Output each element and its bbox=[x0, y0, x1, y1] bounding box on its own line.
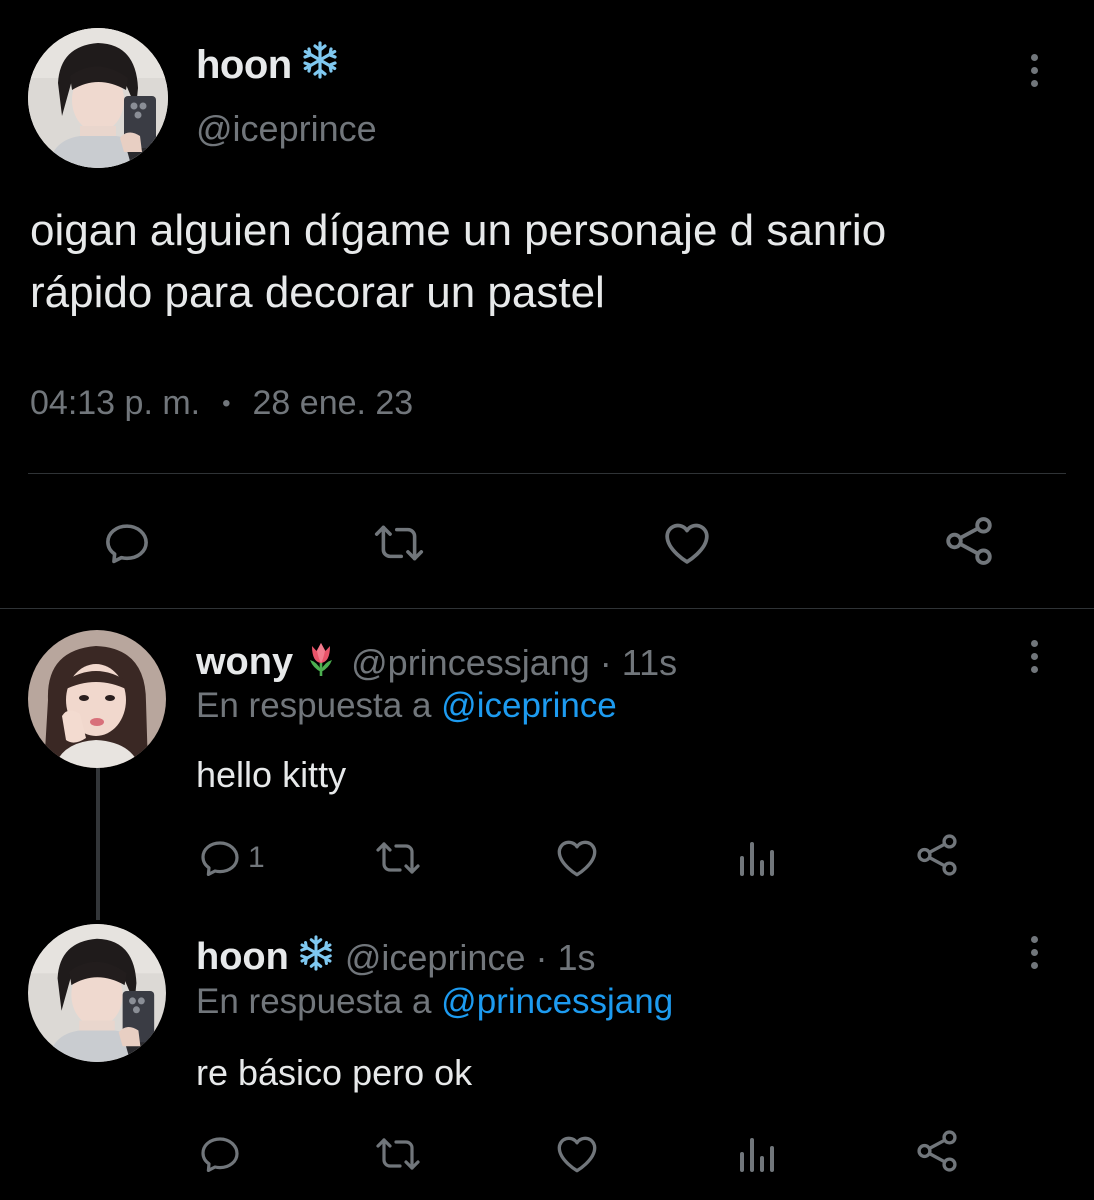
more-options-icon[interactable] bbox=[1028, 640, 1040, 676]
retweet-button[interactable] bbox=[372, 834, 424, 882]
reply-time: · 11s bbox=[599, 641, 678, 683]
analytics-button[interactable] bbox=[736, 834, 780, 882]
author-name[interactable]: wony bbox=[196, 641, 293, 684]
avatar-photo bbox=[28, 630, 166, 768]
reply-context-label: En respuesta a bbox=[196, 982, 432, 1021]
tweet-text-line: rápido para decorar un pastel bbox=[30, 268, 605, 317]
like-icon bbox=[557, 840, 597, 877]
reply-mention-link[interactable]: @iceprince bbox=[441, 686, 617, 725]
reply-button[interactable] bbox=[196, 1130, 244, 1178]
reply-header: hoon @iceprince · 1s bbox=[196, 934, 596, 981]
author-name[interactable]: hoon bbox=[196, 40, 340, 90]
separator-dot: • bbox=[222, 389, 231, 417]
reply-count: 1 bbox=[248, 841, 265, 874]
share-icon bbox=[917, 1130, 957, 1172]
author-handle[interactable]: @princessjang bbox=[351, 642, 590, 684]
reply-icon bbox=[106, 524, 148, 564]
analytics-icon bbox=[740, 842, 774, 876]
reply-header: wony @princessjang · 11s bbox=[196, 638, 677, 687]
reply-context: En respuesta a @princessjang bbox=[196, 982, 673, 1022]
reply-icon bbox=[201, 841, 239, 876]
share-button[interactable] bbox=[940, 512, 998, 570]
thread-line bbox=[96, 768, 100, 920]
reply-button[interactable] bbox=[100, 516, 154, 570]
reply-context: En respuesta a @iceprince bbox=[196, 686, 617, 726]
share-icon bbox=[917, 834, 957, 876]
reply-mention-link[interactable]: @princessjang bbox=[441, 982, 673, 1021]
analytics-icon bbox=[740, 1138, 774, 1172]
avatar[interactable] bbox=[28, 28, 168, 168]
avatar-photo bbox=[28, 28, 168, 168]
tweet-time: 04:13 p. m. bbox=[30, 384, 201, 422]
reply-text: re básico pero ok bbox=[196, 1052, 473, 1093]
retweet-icon bbox=[376, 842, 420, 874]
avatar[interactable] bbox=[28, 924, 166, 1062]
reply-icon bbox=[201, 1137, 239, 1172]
more-options-icon[interactable] bbox=[1028, 936, 1040, 972]
author-name-text: hoon bbox=[196, 42, 292, 87]
share-button[interactable] bbox=[912, 830, 962, 880]
more-options-icon[interactable] bbox=[1028, 54, 1040, 90]
reply-time: · 1s bbox=[535, 936, 596, 978]
tweet-text: oigan alguien dígame un personaje d sanr… bbox=[30, 200, 1070, 324]
reply-context-label: En respuesta a bbox=[196, 686, 432, 725]
author-handle[interactable]: @iceprince bbox=[345, 937, 526, 979]
retweet-button[interactable] bbox=[372, 1130, 424, 1178]
snowflake-icon bbox=[300, 40, 340, 90]
tweet-thread-page: hoon @iceprince oigan alguien dígame un … bbox=[0, 0, 1094, 1200]
reply-button[interactable]: 1 bbox=[196, 834, 265, 882]
like-icon bbox=[557, 1136, 597, 1173]
tweet-text-line: oigan alguien dígame un personaje d sanr… bbox=[30, 206, 887, 255]
like-icon bbox=[665, 523, 709, 564]
retweet-button[interactable] bbox=[370, 516, 428, 570]
like-button[interactable] bbox=[552, 832, 602, 882]
like-button[interactable] bbox=[658, 514, 716, 570]
author-name[interactable]: hoon bbox=[196, 936, 289, 979]
retweet-icon bbox=[374, 525, 424, 561]
author-handle[interactable]: @iceprince bbox=[196, 108, 377, 150]
tweet-timestamp[interactable]: 04:13 p. m. • 28 ene. 23 bbox=[30, 384, 413, 423]
divider bbox=[28, 473, 1066, 474]
share-icon bbox=[946, 517, 992, 565]
share-button[interactable] bbox=[912, 1126, 962, 1176]
like-button[interactable] bbox=[552, 1128, 602, 1178]
retweet-icon bbox=[376, 1138, 420, 1170]
analytics-button[interactable] bbox=[736, 1130, 780, 1178]
tulip-icon bbox=[301, 638, 341, 687]
divider bbox=[0, 608, 1094, 609]
avatar[interactable] bbox=[28, 630, 166, 768]
reply-text: hello kitty bbox=[196, 754, 347, 795]
avatar-photo bbox=[28, 924, 166, 1062]
snowflake-icon bbox=[297, 934, 335, 981]
tweet-date: 28 ene. 23 bbox=[252, 384, 414, 422]
